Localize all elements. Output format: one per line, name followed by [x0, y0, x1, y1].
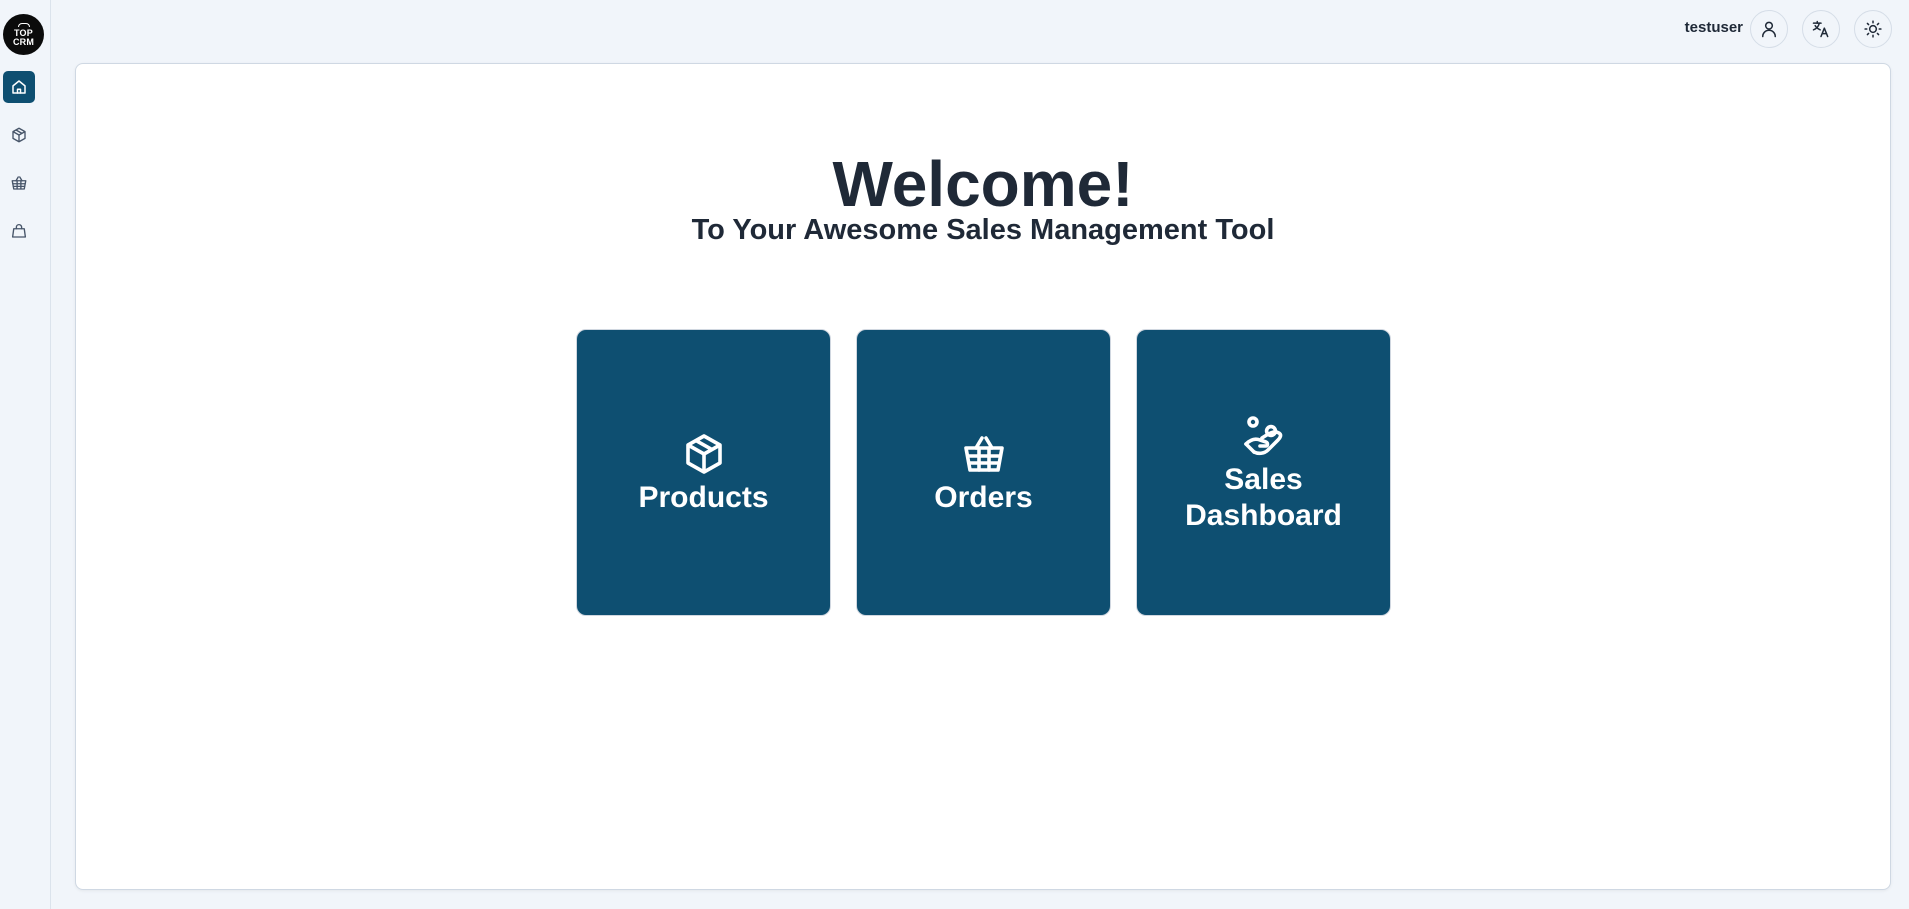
logo-hat-icon [17, 22, 30, 27]
hand-coin-icon [1243, 415, 1282, 455]
logo-text-crm: CRM [12, 36, 35, 47]
username-label: testuser [1684, 19, 1743, 36]
sidebar-item-orders[interactable] [3, 167, 35, 199]
sidebar: TOP CRM [0, 0, 51, 909]
products-card-label: Products [638, 480, 769, 514]
app-logo[interactable]: TOP CRM [3, 14, 44, 55]
theme-toggle-button[interactable] [1854, 10, 1892, 48]
sun-icon [1864, 20, 1882, 38]
sidebar-item-products[interactable] [3, 119, 35, 151]
sidebar-item-home[interactable] [3, 71, 35, 103]
user-profile-button[interactable] [1750, 10, 1788, 48]
basket-icon [11, 176, 27, 190]
page-subtitle: To Your Awesome Sales Management Tool [691, 214, 1275, 246]
main-panel: Welcome! To Your Awesome Sales Managemen… [75, 63, 1891, 890]
sales-dashboard-card-label: Sales Dashboard [1185, 462, 1342, 532]
language-button[interactable] [1802, 10, 1840, 48]
products-card[interactable]: Products [576, 329, 831, 616]
translate-icon [1812, 20, 1829, 38]
sales-dashboard-card[interactable]: Sales Dashboard [1136, 329, 1391, 616]
cube-icon [12, 127, 26, 143]
basket-icon [963, 435, 1004, 472]
cube-icon [685, 433, 722, 474]
sidebar-item-sales[interactable] [3, 215, 35, 247]
orders-card[interactable]: Orders [856, 329, 1111, 616]
home-icon [12, 80, 26, 94]
orders-card-label: Orders [934, 480, 1033, 514]
bag-icon [11, 224, 27, 238]
user-icon [1762, 21, 1776, 38]
